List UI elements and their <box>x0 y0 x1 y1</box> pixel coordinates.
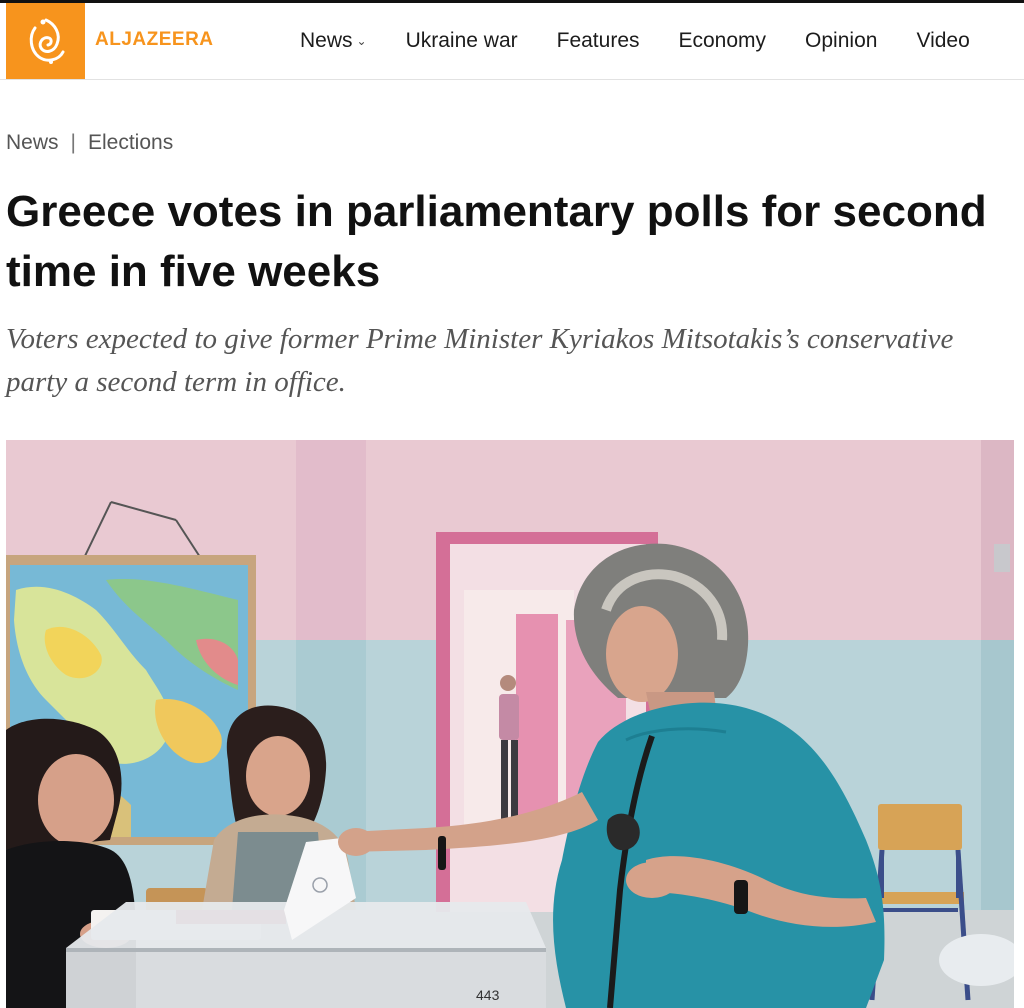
nav-item-label: Video <box>916 29 970 52</box>
polling-station-photo: 443 <box>6 440 1014 1008</box>
ballot-box-number: 443 <box>476 987 500 1003</box>
nav-item-label: Opinion <box>805 29 878 52</box>
top-navigation-bar: ALJAZEERA News ⌄ Ukraine war Features Ec… <box>0 0 1024 80</box>
breadcrumb-separator: | <box>70 131 76 154</box>
nav-item-label: Economy <box>678 29 767 52</box>
breadcrumb-news-link[interactable]: News <box>6 131 59 155</box>
nav-item-label: Features <box>556 29 640 52</box>
aljazeera-logo[interactable] <box>6 3 85 79</box>
nav-item-ukraine-war[interactable]: Ukraine war <box>406 29 518 53</box>
nav-item-news[interactable]: News ⌄ <box>300 29 367 53</box>
chevron-down-icon: ⌄ <box>356 34 367 48</box>
aljazeera-emblem-icon <box>29 18 64 64</box>
breadcrumb-elections-link[interactable]: Elections <box>88 131 173 155</box>
main-nav: News ⌄ Ukraine war Features Economy Opin… <box>300 29 1009 53</box>
brand-wordmark[interactable]: ALJAZEERA <box>95 29 214 51</box>
article-subheadline: Voters expected to give former Prime Min… <box>6 323 954 398</box>
article-hero-photo: 443 <box>6 440 1014 1008</box>
nav-item-features[interactable]: Features <box>557 29 640 53</box>
nav-item-video[interactable]: Video <box>916 29 969 53</box>
nav-item-label: Ukraine war <box>405 29 518 52</box>
nav-item-label: News <box>300 29 353 52</box>
breadcrumb: News | Elections <box>6 131 173 155</box>
nav-item-economy[interactable]: Economy <box>679 29 767 53</box>
nav-item-opinion[interactable]: Opinion <box>805 29 877 53</box>
article-headline: Greece votes in parliamentary polls for … <box>6 187 987 296</box>
